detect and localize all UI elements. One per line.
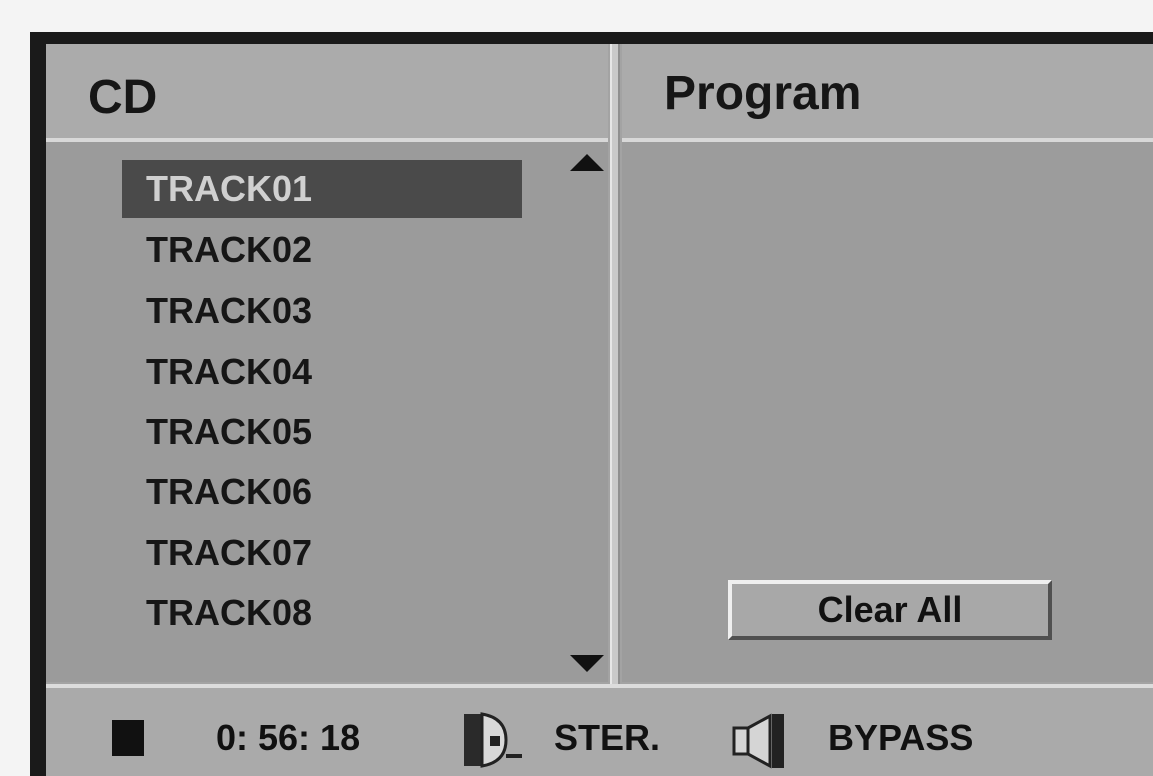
clear-all-button[interactable]: Clear All [728,580,1052,640]
track-item[interactable]: TRACK08 [122,584,522,642]
program-list[interactable]: Clear All [622,142,1153,682]
track-item[interactable]: TRACK06 [122,463,522,521]
stop-icon [112,720,144,756]
disc-audio-icon [464,712,522,768]
screen-frame: CD Program TRACK01 TRACK02 TRACK03 TRACK… [30,32,1153,776]
scroll-down-icon[interactable] [570,655,604,672]
scroll-up-icon[interactable] [570,154,604,171]
track-item[interactable]: TRACK01 [122,160,522,218]
status-bar: 0: 56: 18 STER. BYPASS [46,684,1153,776]
track-item[interactable]: TRACK05 [122,403,522,461]
audio-mode-label: STER. [554,717,661,758]
program-header-label: Program [664,67,862,120]
track-item[interactable]: TRACK07 [122,524,522,582]
cd-header-label: CD [88,71,158,124]
track-item[interactable]: TRACK02 [122,221,522,279]
cd-header: CD [46,44,608,142]
column-divider [610,44,620,684]
output-mode-label: BYPASS [828,717,974,758]
track-item[interactable]: TRACK03 [122,282,522,340]
track-item[interactable]: TRACK04 [122,343,522,401]
program-header: Program [622,44,1153,142]
playback-time: 0: 56: 18 [216,717,361,758]
speaker-icon [732,713,784,769]
track-list[interactable]: TRACK01 TRACK02 TRACK03 TRACK04 TRACK05 … [46,142,608,682]
program-menu-panel: CD Program TRACK01 TRACK02 TRACK03 TRACK… [46,44,1153,776]
